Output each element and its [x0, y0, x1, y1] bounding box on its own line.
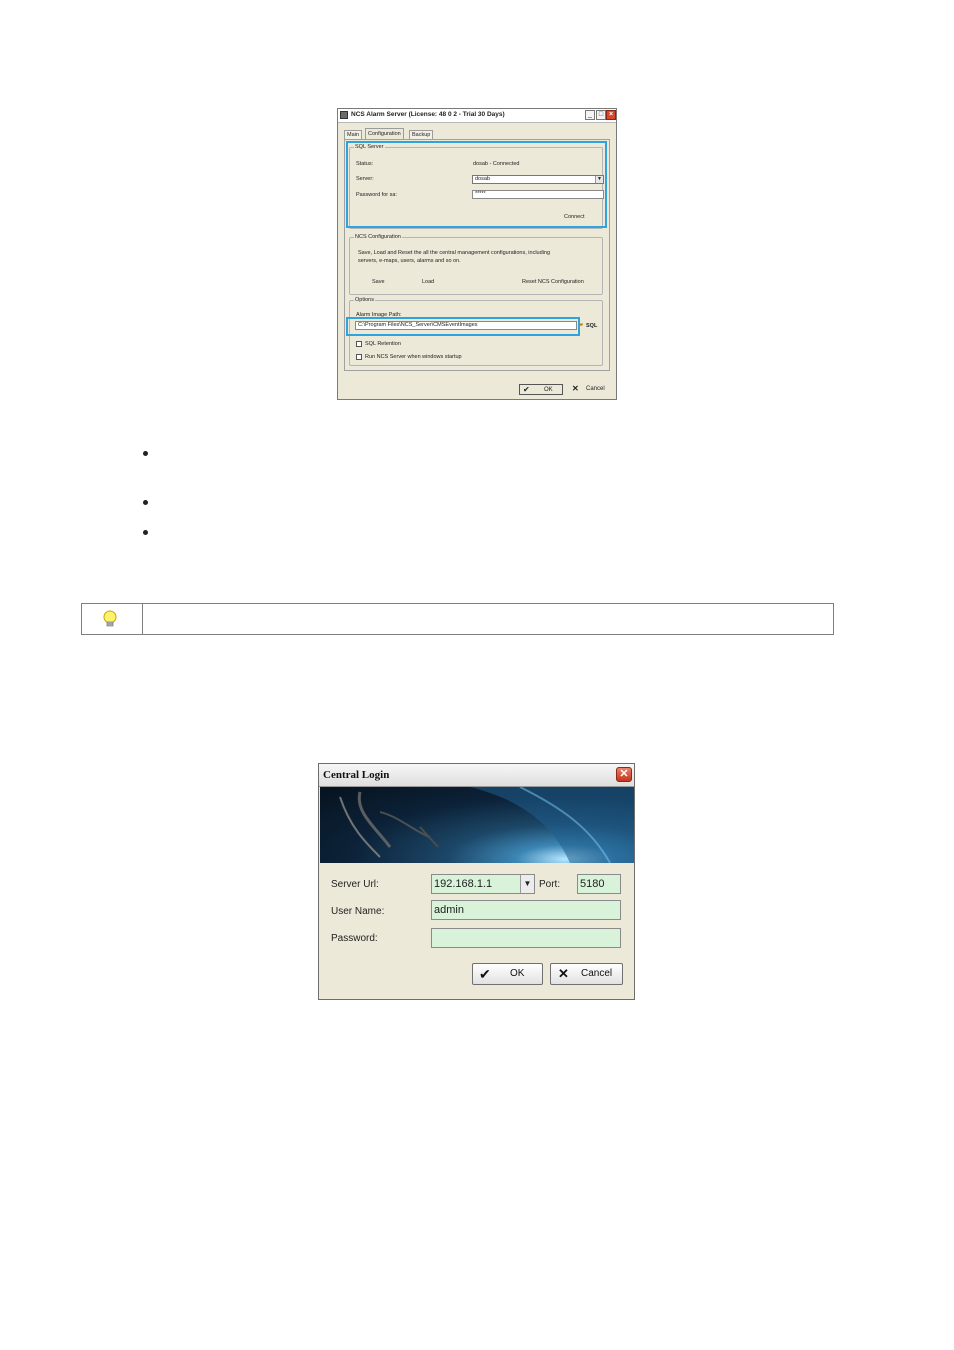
- server-url-label: Server Url:: [331, 879, 379, 890]
- dropdown-arrow-icon[interactable]: ▼: [520, 875, 534, 893]
- dialog-title: Central Login: [323, 769, 390, 781]
- load-button[interactable]: Load: [422, 279, 434, 285]
- user-name-label: User Name:: [331, 906, 385, 917]
- user-name-field[interactable]: admin: [431, 900, 621, 920]
- cancel-label: Cancel: [581, 968, 613, 979]
- checkmark-icon: ✔: [523, 385, 530, 394]
- ncs-configuration-group: NCS Configuration Save, Load and Reset t…: [349, 234, 603, 295]
- ok-label: OK: [544, 387, 553, 393]
- sql-retention-label: SQL Retention: [365, 341, 401, 347]
- password-field[interactable]: [431, 928, 621, 948]
- run-on-startup-label: Run NCS Server when windows startup: [365, 354, 462, 360]
- window-title: NCS Alarm Server (License: 48 0 2 - Tria…: [351, 111, 505, 118]
- tip-icon-cell: [82, 604, 143, 634]
- cancel-button[interactable]: ✕ Cancel: [570, 384, 610, 395]
- ok-button[interactable]: ✔ OK: [519, 384, 563, 395]
- sql-retention-checkbox[interactable]: [356, 341, 362, 347]
- run-on-startup-checkbox[interactable]: [356, 354, 362, 360]
- reset-ncs-configuration-button[interactable]: Reset NCS Configuration: [522, 279, 584, 285]
- sql-server-highlight: [346, 141, 607, 228]
- port-value: 5180: [580, 878, 605, 890]
- minimize-icon[interactable]: _: [585, 110, 595, 120]
- banner-image: [320, 787, 634, 863]
- bullet-point: [143, 530, 148, 535]
- tip-note-box: [81, 603, 834, 635]
- maximize-icon[interactable]: □: [596, 110, 606, 120]
- ok-button[interactable]: ✔ OK: [472, 963, 543, 985]
- x-icon: ✕: [558, 966, 569, 981]
- user-name-value: admin: [434, 904, 464, 916]
- title-bar: NCS Alarm Server (License: 48 0 2 - Tria…: [338, 109, 616, 123]
- lightbulb-icon: [103, 610, 117, 627]
- cancel-label: Cancel: [586, 386, 605, 392]
- server-url-dropdown[interactable]: 192.168.1.1 ▼: [431, 874, 535, 894]
- central-login-dialog: Central Login ✕ Server Url: 192.168.1.1 …: [318, 763, 635, 1000]
- password-label: Password:: [331, 933, 378, 944]
- ncs-description-line2: servers, e-maps, users, alarms and so on…: [358, 258, 461, 264]
- title-bar: Central Login ✕: [319, 764, 634, 787]
- x-icon: ✕: [572, 384, 579, 393]
- save-button[interactable]: Save: [372, 279, 385, 285]
- image-path-highlight: [346, 317, 580, 336]
- bullet-point: [143, 451, 148, 456]
- port-field[interactable]: 5180: [577, 874, 621, 894]
- port-label: Port:: [539, 879, 561, 890]
- close-icon[interactable]: ✕: [616, 767, 632, 782]
- server-url-value: 192.168.1.1: [434, 878, 493, 890]
- bullet-point: [143, 500, 148, 505]
- app-icon: [340, 111, 348, 119]
- group-title: Options: [354, 297, 375, 304]
- checkmark-icon: ✔: [479, 966, 491, 982]
- group-title: NCS Configuration: [354, 234, 402, 241]
- cancel-button[interactable]: ✕ Cancel: [550, 963, 623, 985]
- close-icon[interactable]: ×: [606, 110, 616, 120]
- sql-button[interactable]: SQL: [586, 323, 597, 329]
- ncs-description-line1: Save, Load and Reset the all the central…: [358, 250, 551, 256]
- banner-artwork: [339, 787, 634, 863]
- ok-label: OK: [510, 968, 525, 979]
